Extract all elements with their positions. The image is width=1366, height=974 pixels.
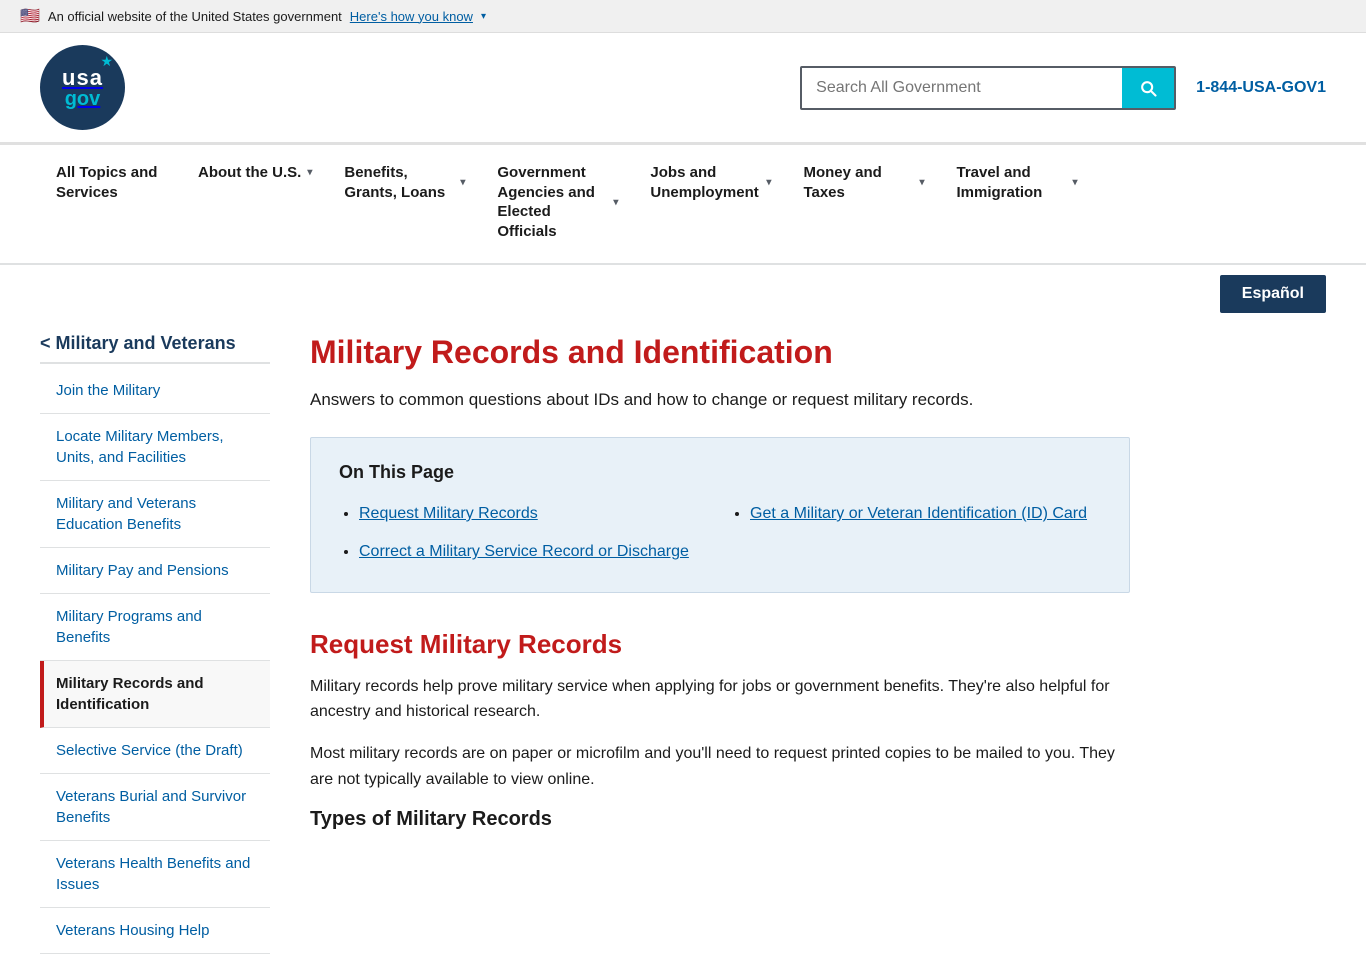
section-title-request: Request Military Records (310, 629, 1130, 660)
main-nav: All Topics and Services About the U.S. ▾… (0, 145, 1366, 265)
official-text: An official website of the United States… (48, 9, 342, 24)
sidebar-link-pay[interactable]: Military Pay and Pensions (40, 548, 270, 594)
sidebar-link-burial[interactable]: Veterans Burial and Survivor Benefits (40, 774, 270, 841)
search-input[interactable] (802, 69, 1122, 107)
nav-chevron-travel-icon: ▾ (1072, 176, 1077, 189)
nav-chevron-jobs-icon: ▾ (766, 176, 771, 189)
nav-item-money: Money and Taxes ▾ (787, 145, 940, 263)
nav-link-money[interactable]: Money and Taxes ▾ (787, 145, 940, 224)
nav-link-jobs[interactable]: Jobs and Unemployment ▾ (634, 145, 787, 224)
nav-chevron-about-icon: ▾ (307, 166, 312, 179)
nav-item-jobs: Jobs and Unemployment ▾ (634, 145, 787, 263)
on-this-page-link-request[interactable]: Request Military Records (359, 505, 538, 522)
page-content: Military and Veterans Join the Military … (0, 313, 1366, 974)
nav-link-agencies[interactable]: Government Agencies and Elected Official… (481, 145, 634, 263)
sidebar: Military and Veterans Join the Military … (40, 333, 270, 954)
page-title: Military Records and Identification (310, 333, 1130, 371)
on-this-page-list: Request Military Records Get a Military … (339, 499, 1101, 568)
lang-bar: Español (0, 265, 1366, 313)
sidebar-item-locate: Locate Military Members, Units, and Faci… (40, 414, 270, 481)
sidebar-item-education: Military and Veterans Education Benefits (40, 481, 270, 548)
flag-icon: 🇺🇸 (20, 6, 40, 26)
nav-list: All Topics and Services About the U.S. ▾… (40, 145, 1326, 263)
nav-link-all-topics[interactable]: All Topics and Services (40, 145, 182, 224)
sidebar-link-housing[interactable]: Veterans Housing Help (40, 908, 270, 954)
on-this-page-box: On This Page Request Military Records Ge… (310, 437, 1130, 593)
phone-link[interactable]: 1-844-USA-GOV1 (1196, 79, 1326, 97)
nav-item-agencies: Government Agencies and Elected Official… (481, 145, 634, 263)
sidebar-item-records: Military Records and Identification (40, 661, 270, 728)
section-para-1-request: Military records help prove military ser… (310, 674, 1130, 725)
nav-link-benefits[interactable]: Benefits, Grants, Loans ▾ (328, 145, 481, 224)
search-area: 1-844-USA-GOV1 (800, 66, 1326, 110)
search-icon (1138, 78, 1158, 98)
logo-area: ★ usa gov (40, 45, 125, 130)
nav-label-all-topics: All Topics and Services (56, 163, 166, 202)
sidebar-item-burial: Veterans Burial and Survivor Benefits (40, 774, 270, 841)
sidebar-link-programs[interactable]: Military Programs and Benefits (40, 594, 270, 661)
on-this-page-heading: On This Page (339, 462, 1101, 483)
main-content: Military Records and Identification Answ… (310, 333, 1130, 954)
subsection-title-types: Types of Military Records (310, 808, 1130, 831)
heres-how-link[interactable]: Here's how you know (350, 9, 473, 24)
banner-chevron-icon: ▾ (481, 11, 486, 22)
espanol-button[interactable]: Español (1220, 275, 1326, 313)
sidebar-link-selective[interactable]: Selective Service (the Draft) (40, 728, 270, 774)
nav-link-travel[interactable]: Travel and Immigration ▾ (940, 145, 1093, 224)
sidebar-item-housing: Veterans Housing Help (40, 908, 270, 954)
on-this-page-link-id-card[interactable]: Get a Military or Veteran Identification… (750, 505, 1087, 522)
logo: ★ usa gov (40, 45, 125, 130)
nav-item-all-topics: All Topics and Services (40, 145, 182, 263)
nav-label-benefits: Benefits, Grants, Loans (344, 163, 454, 202)
on-this-page-item-id-card: Get a Military or Veteran Identification… (750, 499, 1101, 529)
nav-chevron-money-icon: ▾ (919, 176, 924, 189)
logo-usa-text: usa (62, 67, 103, 89)
nav-label-money: Money and Taxes (803, 163, 913, 202)
nav-chevron-benefits-icon: ▾ (460, 176, 465, 189)
nav-label-jobs: Jobs and Unemployment (650, 163, 760, 202)
sidebar-item-health: Veterans Health Benefits and Issues (40, 841, 270, 908)
sidebar-link-join[interactable]: Join the Military (40, 368, 270, 414)
nav-chevron-agencies-icon: ▾ (613, 196, 618, 209)
logo-star-icon: ★ (100, 53, 113, 70)
logo-link[interactable]: ★ usa gov (40, 45, 125, 130)
sidebar-item-pay: Military Pay and Pensions (40, 548, 270, 594)
search-button[interactable] (1122, 68, 1174, 108)
page-intro: Answers to common questions about IDs an… (310, 387, 1130, 413)
on-this-page-item-request: Request Military Records (359, 499, 710, 529)
sidebar-link-health[interactable]: Veterans Health Benefits and Issues (40, 841, 270, 908)
sidebar-item-join: Join the Military (40, 368, 270, 414)
search-box (800, 66, 1176, 110)
section-para-2-request: Most military records are on paper or mi… (310, 741, 1130, 792)
sidebar-link-records[interactable]: Military Records and Identification (40, 661, 270, 728)
sidebar-item-selective: Selective Service (the Draft) (40, 728, 270, 774)
nav-item-about: About the U.S. ▾ (182, 145, 328, 263)
nav-link-about[interactable]: About the U.S. ▾ (182, 145, 328, 205)
nav-label-agencies: Government Agencies and Elected Official… (497, 163, 607, 241)
sidebar-nav: Join the Military Locate Military Member… (40, 368, 270, 954)
logo-gov-text: gov (65, 89, 101, 109)
nav-label-about: About the U.S. (198, 163, 301, 183)
on-this-page-link-correct[interactable]: Correct a Military Service Record or Dis… (359, 543, 689, 560)
sidebar-item-programs: Military Programs and Benefits (40, 594, 270, 661)
gov-banner: 🇺🇸 An official website of the United Sta… (0, 0, 1366, 33)
on-this-page-item-correct: Correct a Military Service Record or Dis… (359, 537, 710, 567)
nav-label-travel: Travel and Immigration (956, 163, 1066, 202)
nav-item-travel: Travel and Immigration ▾ (940, 145, 1093, 263)
nav-item-benefits: Benefits, Grants, Loans ▾ (328, 145, 481, 263)
site-header: ★ usa gov 1-844-USA-GOV1 (0, 33, 1366, 145)
sidebar-link-locate[interactable]: Locate Military Members, Units, and Faci… (40, 414, 270, 481)
sidebar-link-education[interactable]: Military and Veterans Education Benefits (40, 481, 270, 548)
sidebar-parent-link[interactable]: Military and Veterans (40, 333, 270, 364)
